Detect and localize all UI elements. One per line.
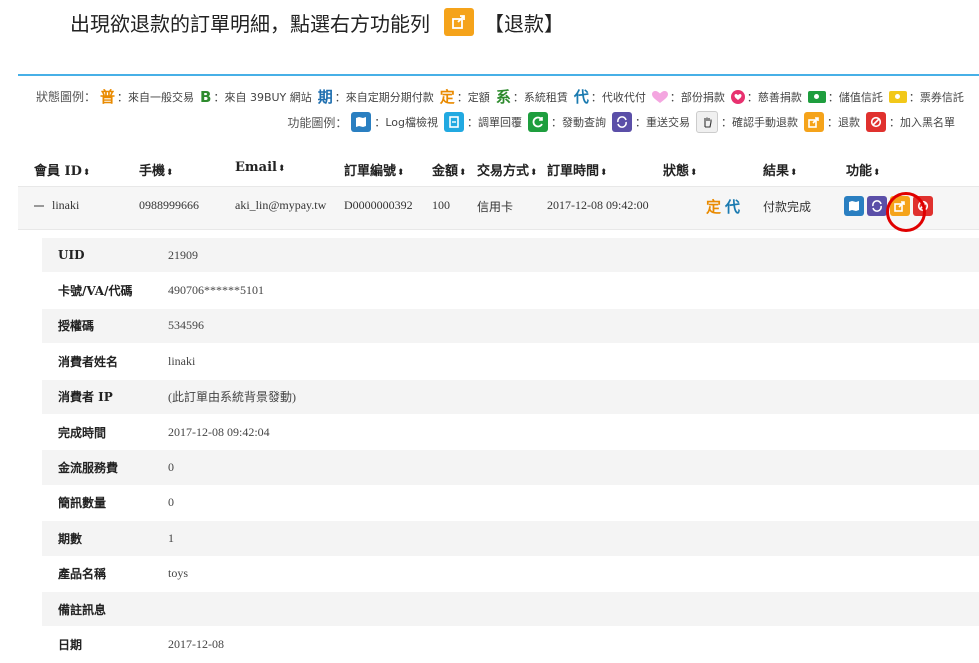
status-legend: 狀態圖例： 普：來自一般交易 B ：來自 39BUY 網站 期：來自定期分期付款 … xyxy=(36,86,970,107)
col-email[interactable]: Email⬍ xyxy=(235,160,286,175)
charity-heart-icon xyxy=(730,89,745,104)
col-function: 功能⬍ xyxy=(846,164,881,179)
sort-icon: ⬍ xyxy=(873,168,881,178)
sort-icon: ⬍ xyxy=(277,164,286,174)
legend-log: ：Log檔檢視 xyxy=(351,112,438,132)
col-order-no[interactable]: 訂單編號⬍ xyxy=(344,160,405,179)
sort-icon: ⬍ xyxy=(530,168,538,178)
col-member-id[interactable]: 會員 ID⬍ xyxy=(34,160,90,179)
sort-icon: ⬍ xyxy=(166,168,174,178)
sort-icon: ⬍ xyxy=(600,168,608,178)
detail-row: 日期 2017-12-08 xyxy=(42,627,979,663)
refund-highlight-circle xyxy=(886,192,926,232)
instruction-text: 出現欲退款的訂單明細，點選右方功能列 【退款】 xyxy=(70,8,564,36)
log-view-icon xyxy=(351,112,372,132)
detail-row: 簡訊數量 0 xyxy=(42,486,979,522)
legend-ticket-trust: ：票券信託 xyxy=(888,89,964,105)
detail-row: 產品名稱 toys xyxy=(42,557,979,592)
instruction-after: 【退款】 xyxy=(484,11,564,36)
status-badge-fixed: 定 xyxy=(706,200,722,216)
result-cell: 付款完成 xyxy=(763,200,812,214)
function-legend: 功能圖例： ：Log檔檢視 ：調單回覆 ：發動查詢 ：重送交易 ：確認手動退款 … xyxy=(287,111,961,133)
sort-icon: ⬍ xyxy=(397,168,405,178)
resend-button[interactable] xyxy=(867,196,887,216)
order-details: UID 21909 卡號/VA/代碼 490706******5101 授權碼 534… xyxy=(42,238,979,663)
detail-row: 授權碼 534596 xyxy=(42,308,979,345)
pink-heart-icon xyxy=(651,90,668,103)
col-time[interactable]: 訂單時間⬍ xyxy=(547,160,608,179)
instruction-before: 出現欲退款的訂單明細，點選右方功能列 xyxy=(70,11,430,36)
email-cell: aki_lin@mypay.tw xyxy=(235,198,327,212)
detail-row: 消費者姓名 linaki xyxy=(42,344,979,380)
sort-icon: ⬍ xyxy=(690,168,698,178)
detail-row: 備註訊息 xyxy=(42,591,979,628)
status-badge-collection: 代 xyxy=(725,200,741,216)
legend-refund: ：退款 xyxy=(804,112,860,132)
status-legend-title: 狀態圖例： xyxy=(36,90,97,104)
legend-39buy: B ：來自 39BUY 網站 xyxy=(200,87,312,106)
phone-cell: 0988999666 xyxy=(139,198,199,212)
legend-general: 普：來自一般交易 xyxy=(100,88,195,106)
legend-collection: 代：代收代付 xyxy=(573,88,646,106)
collapse-icon xyxy=(34,205,44,208)
detail-row: 金流服務費 0 xyxy=(42,450,979,486)
legend-blacklist: ：加入黑名單 xyxy=(866,112,955,132)
legend-reply: ：調單回覆 xyxy=(444,112,522,132)
legend-installment: 期：來自定期分期付款 xyxy=(317,88,434,106)
sort-icon: ⬍ xyxy=(459,168,467,178)
amount-cell: 100 xyxy=(432,198,450,212)
order-panel: 狀態圖例： 普：來自一般交易 B ：來自 39BUY 網站 期：來自定期分期付款 … xyxy=(18,74,979,663)
legend-stored-value: ：儲值信託 xyxy=(807,89,883,105)
log-view-button[interactable] xyxy=(844,196,864,216)
detail-row: UID 21909 xyxy=(42,238,979,274)
green-bill-icon xyxy=(807,90,826,103)
blacklist-icon xyxy=(866,112,886,132)
hand-icon xyxy=(696,111,718,133)
query-icon xyxy=(528,112,548,132)
col-phone[interactable]: 手機⬍ xyxy=(139,160,174,179)
resend-icon xyxy=(612,112,632,132)
legend-manual-refund: ：確認手動退款 xyxy=(696,111,798,133)
yellow-bill-icon xyxy=(888,90,907,103)
col-result[interactable]: 結果⬍ xyxy=(763,160,798,179)
function-legend-title: 功能圖例： xyxy=(287,115,348,130)
legend-query: ：發動查詢 xyxy=(528,112,606,132)
order-no-cell: D0000000392 xyxy=(344,198,413,212)
member-id-cell[interactable]: linaki xyxy=(34,198,79,213)
legend-partial-donation: ：部份捐款 xyxy=(651,89,725,105)
detail-row: 完成時間 2017-12-08 09:42:04 xyxy=(42,415,979,451)
method-cell: 信用卡 xyxy=(477,200,514,214)
sort-icon: ⬍ xyxy=(82,168,91,178)
col-method[interactable]: 交易方式⬍ xyxy=(477,160,538,179)
legend-lease: 系：系統租賃 xyxy=(495,88,568,106)
table-header: 會員 ID⬍ 手機⬍ Email⬍ 訂單編號⬍ 金額⬍ 交易方式⬍ 訂單時間⬍ … xyxy=(18,158,979,180)
col-status[interactable]: 狀態⬍ xyxy=(663,160,698,179)
col-amount[interactable]: 金額⬍ xyxy=(432,160,467,179)
legend-fixed: 定：定額 xyxy=(439,88,490,106)
time-cell: 2017-12-08 09:42:00 xyxy=(547,198,649,212)
refund-icon xyxy=(804,112,824,132)
detail-row: 期數 1 xyxy=(42,521,979,557)
legend-resend: ：重送交易 xyxy=(612,112,690,132)
refund-icon xyxy=(444,8,474,36)
detail-row: 卡號/VA/代碼 490706******5101 xyxy=(42,273,979,309)
legend-charity-donation: ：慈善捐款 xyxy=(730,89,802,105)
detail-row: 消費者 IP (此訂單由系統背景發動) xyxy=(42,379,979,415)
sort-icon: ⬍ xyxy=(790,168,798,178)
reply-icon xyxy=(444,112,464,132)
status-badges: 定代 xyxy=(706,196,744,217)
table-row: linaki 0988999666 aki_lin@mypay.tw D0000… xyxy=(18,186,979,230)
